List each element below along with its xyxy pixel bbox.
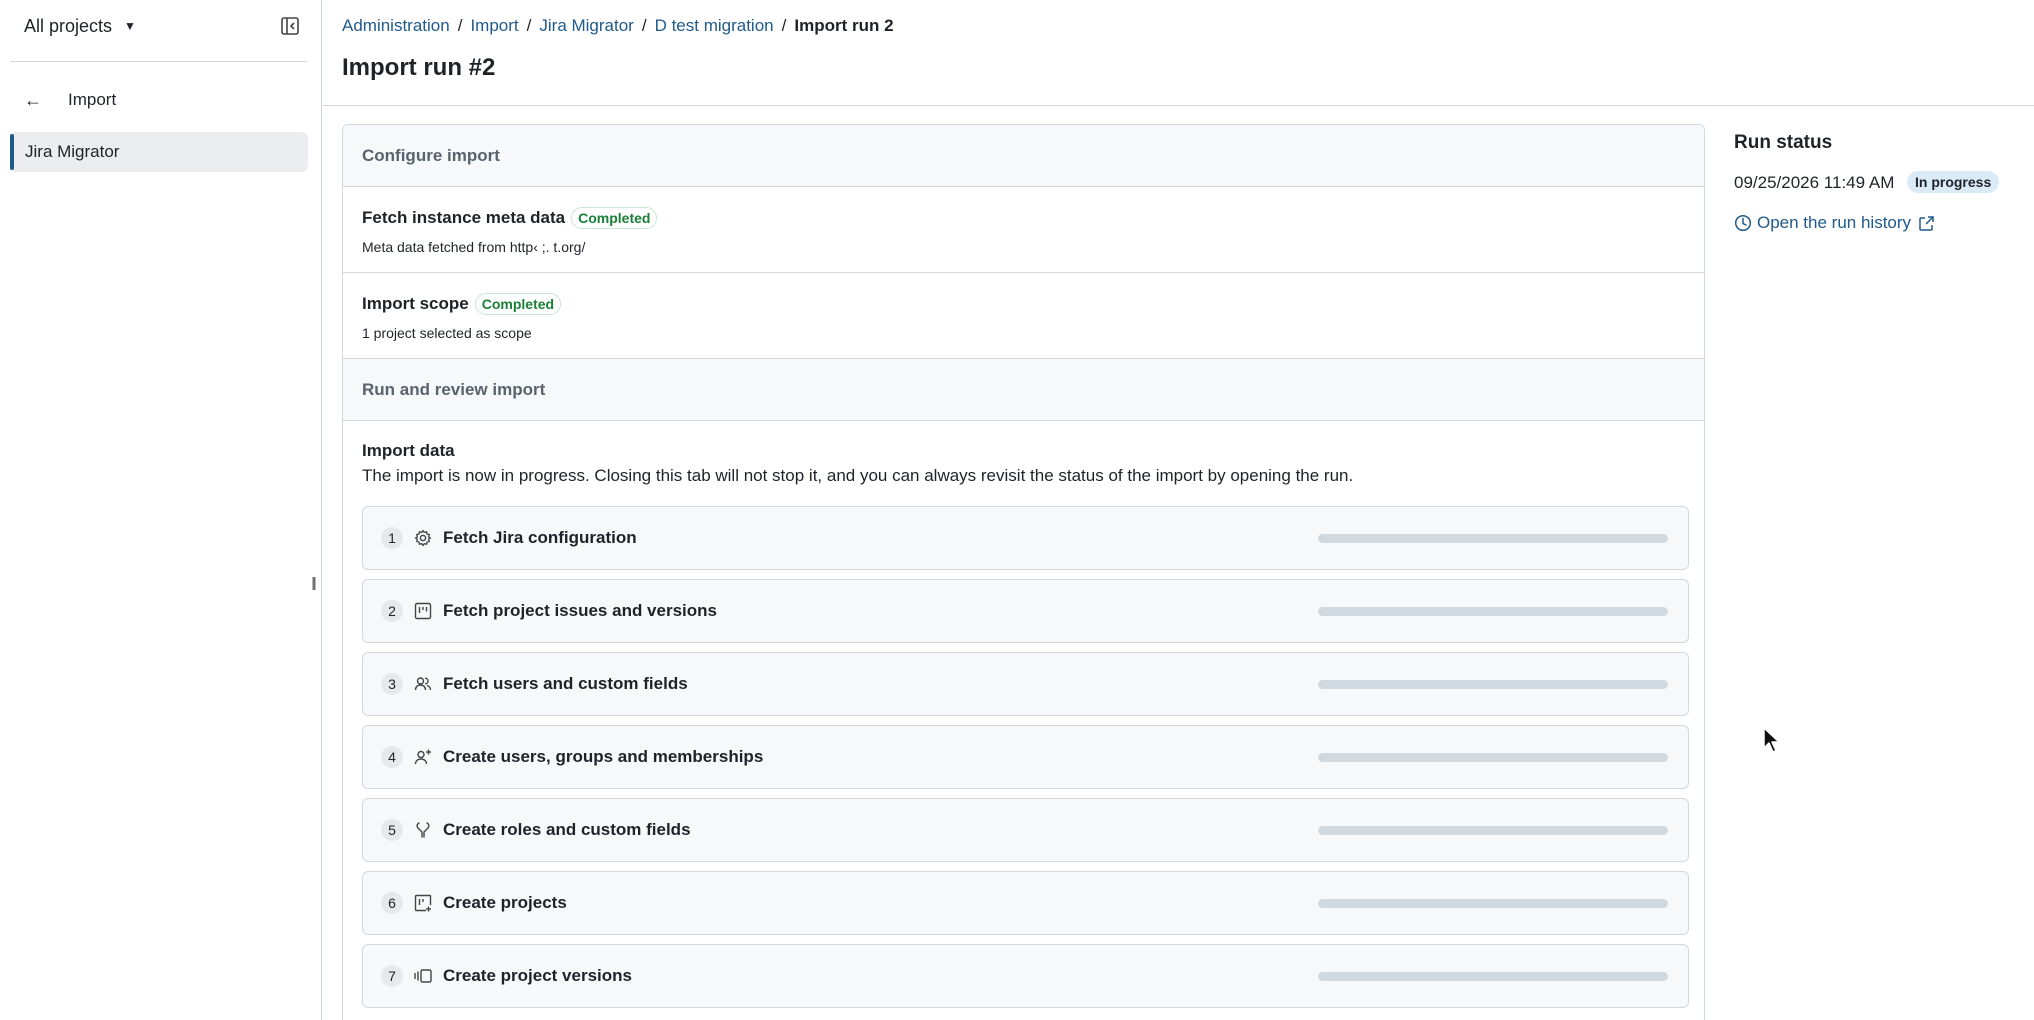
task-progress-bar: [1318, 533, 1668, 543]
task-label: Fetch Jira configuration: [443, 528, 637, 547]
task-progress-bar: [1318, 971, 1668, 981]
task-row[interactable]: 4 Create users, groups and memberships: [362, 725, 1689, 789]
task-label: Create projects: [443, 893, 567, 912]
import-run-card: Configure import Fetch instance meta dat…: [342, 124, 1705, 1020]
run-review-heading: Run and review import: [343, 359, 1704, 421]
task-label: Create users, groups and memberships: [443, 747, 764, 766]
sidebar: All projects ▼ ← Import Jira Migrator ||: [0, 0, 322, 1020]
breadcrumb-separator: /: [526, 16, 532, 35]
sidebar-item-jira-migrator[interactable]: Jira Migrator: [10, 132, 308, 172]
task-progress-bar: [1318, 606, 1668, 616]
task-progress-bar: [1318, 679, 1668, 689]
task-progress-bar: [1318, 825, 1668, 835]
person-add-icon: [413, 747, 433, 767]
task-label: Fetch project issues and versions: [443, 601, 717, 620]
breadcrumb-current: Import run 2: [794, 16, 894, 35]
task-number: 1: [381, 527, 403, 549]
project-board-icon: [413, 601, 433, 621]
mouse-cursor-icon: [1763, 727, 1780, 753]
status-badge: In progress: [1907, 171, 2000, 193]
step-fetch-meta-data: Fetch instance meta data Completed Meta …: [343, 187, 1704, 273]
versions-icon: [413, 966, 433, 986]
task-label: Create project versions: [443, 966, 632, 985]
step-subtitle: Meta data fetched from http‹ ;. t.org/: [362, 239, 586, 255]
back-to-import-link[interactable]: ← Import: [24, 88, 116, 112]
run-history-label: Open the run history: [1757, 213, 1912, 232]
task-progress-bar: [1318, 752, 1668, 762]
breadcrumb-separator: /: [781, 16, 787, 35]
breadcrumb-import[interactable]: Import: [470, 16, 518, 36]
task-number: 4: [381, 746, 403, 768]
breadcrumb-d-test-migration[interactable]: D test migration: [655, 16, 774, 36]
people-icon: [413, 674, 433, 694]
task-number: 3: [381, 673, 403, 695]
breadcrumb-separator: /: [641, 16, 647, 35]
import-data-title: Import data: [362, 441, 455, 460]
task-row[interactable]: 6 Create projects: [362, 871, 1689, 935]
run-status-title: Run status: [1734, 132, 1833, 153]
step-subtitle: 1 project selected as scope: [362, 325, 532, 341]
run-status-date: 09/25/2026 11:49 AM: [1734, 173, 1895, 192]
task-number: 5: [381, 819, 403, 841]
arrow-left-icon: ←: [24, 89, 42, 110]
project-add-icon: [413, 893, 433, 913]
open-run-history-link[interactable]: Open the run history: [1734, 213, 1935, 233]
task-progress-bar: [1318, 898, 1668, 908]
breadcrumb-separator: /: [457, 16, 463, 35]
page-title: Import run #2: [342, 54, 496, 81]
breadcrumb-administration[interactable]: Administration: [342, 16, 450, 36]
task-number: 7: [381, 965, 403, 987]
breadcrumb-jira-migrator[interactable]: Jira Migrator: [539, 16, 633, 36]
clock-icon: [1734, 214, 1752, 232]
task-row[interactable]: 7 Create project versions: [362, 944, 1689, 1008]
task-label: Create roles and custom fields: [443, 820, 691, 839]
step-title-row: Fetch instance meta data Completed: [362, 207, 658, 229]
task-row[interactable]: 1 Fetch Jira configuration: [362, 506, 1689, 570]
task-number: 2: [381, 600, 403, 622]
status-badge: Completed: [474, 293, 562, 315]
header-divider: [323, 105, 2034, 106]
task-row[interactable]: 5 Create roles and custom fields: [362, 798, 1689, 862]
caret-down-icon: ▼: [124, 19, 136, 33]
project-switcher-label: All projects: [24, 15, 113, 36]
step-title-row: Import scope Completed: [362, 293, 562, 315]
sidebar-item-label: Jira Migrator: [25, 142, 120, 161]
sidebar-divider: [10, 61, 307, 62]
task-label: Fetch users and custom fields: [443, 674, 688, 693]
step-title: Import scope: [362, 294, 469, 313]
sidebar-resize-handle[interactable]: ||: [308, 570, 318, 594]
tools-icon: [413, 820, 433, 840]
task-row[interactable]: 2 Fetch project issues and versions: [362, 579, 1689, 643]
breadcrumb: Administration / Import / Jira Migrator …: [342, 14, 894, 38]
gear-icon: [413, 528, 433, 548]
step-import-scope: Import scope Completed 1 project selecte…: [343, 273, 1704, 359]
configure-import-heading: Configure import: [343, 125, 1704, 187]
project-switcher[interactable]: All projects ▼: [24, 14, 136, 38]
step-title: Fetch instance meta data: [362, 208, 566, 227]
status-badge: Completed: [571, 207, 658, 229]
task-row[interactable]: 3 Fetch users and custom fields: [362, 652, 1689, 716]
import-data-description: The import is now in progress. Closing t…: [362, 466, 1354, 485]
sidebar-collapse-icon: [281, 17, 299, 35]
collapse-sidebar-button[interactable]: [278, 14, 302, 38]
back-label: Import: [68, 90, 117, 109]
external-link-icon: [1919, 215, 1934, 231]
task-number: 6: [381, 892, 403, 914]
